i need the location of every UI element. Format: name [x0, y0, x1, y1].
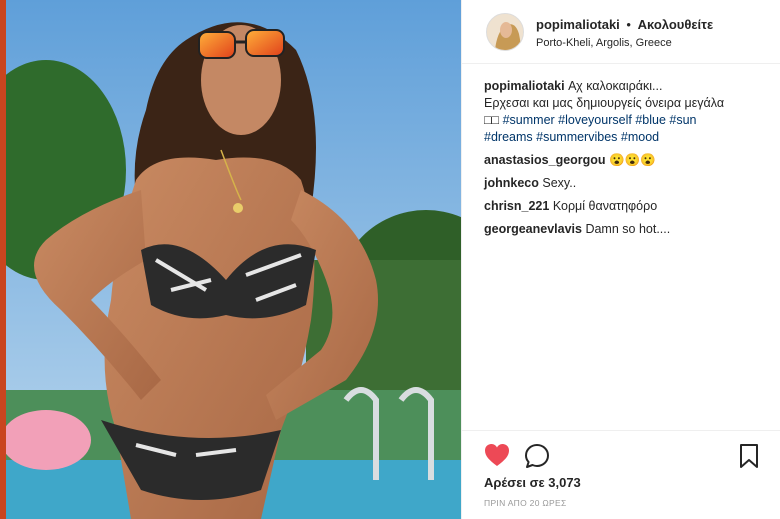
comment-item: johnkeco Sexy..	[484, 175, 774, 192]
action-bar	[462, 430, 780, 471]
comment-item: georgeanevlavis Damn so hot....	[484, 221, 774, 238]
caption-line-1: Αχ καλοκαιράκι...	[568, 79, 663, 93]
post-timestamp[interactable]: ΠΡΙΝ ΑΠΟ 20 ΩΡΕΣ	[484, 498, 567, 508]
bookmark-icon[interactable]	[739, 443, 759, 474]
caption-username[interactable]: popimaliotaki	[484, 79, 565, 93]
comment-text: 😮😮😮	[609, 153, 656, 167]
comment-icon[interactable]	[524, 443, 550, 474]
caption: popimaliotaki Αχ καλοκαιράκι... Ερχεσαι …	[484, 78, 774, 146]
comment-username[interactable]: anastasios_georgou	[484, 153, 606, 167]
header-user-line: popimaliotaki • Ακολουθείτε	[536, 17, 713, 32]
heart-icon[interactable]	[484, 443, 510, 472]
header-location[interactable]: Porto-Kheli, Argolis, Greece	[536, 37, 672, 49]
caption-emoji-boxes: □□	[484, 113, 500, 127]
hashtag-link[interactable]: #summervibes	[536, 130, 617, 144]
comment-text: Damn so hot....	[585, 222, 671, 236]
hashtag-link[interactable]: #dreams	[484, 130, 533, 144]
comment-username[interactable]: georgeanevlavis	[484, 222, 582, 236]
hashtag-link[interactable]: #summer	[503, 113, 555, 127]
hashtag-link[interactable]: #loveyourself	[558, 113, 632, 127]
caption-line-2: Ερχεσαι και μας δημιουργείς όνειρα μεγάλ…	[484, 96, 725, 110]
hashtag-link[interactable]: #mood	[621, 130, 659, 144]
comment-text: Κορμί θανατηφόρο	[552, 199, 658, 213]
post-header: popimaliotaki • Ακολουθείτε Porto-Kheli,…	[462, 0, 780, 64]
comment-text: Sexy..	[542, 176, 577, 190]
post-photo[interactable]	[6, 0, 461, 519]
likes-count[interactable]: Αρέσει σε 3,073	[484, 475, 581, 490]
post-side-panel: popimaliotaki • Ακολουθείτε Porto-Kheli,…	[461, 0, 780, 519]
comments-list: popimaliotaki Αχ καλοκαιράκι... Ερχεσαι …	[484, 78, 774, 244]
following-button[interactable]: Ακολουθείτε	[638, 17, 714, 32]
post-photo-image	[6, 0, 461, 519]
hashtag-link[interactable]: #sun	[669, 113, 696, 127]
comment-item: chrisn_221 Κορμί θανατηφόρο	[484, 198, 774, 215]
header-username[interactable]: popimaliotaki	[536, 17, 620, 32]
avatar[interactable]	[486, 13, 524, 51]
hashtag-link[interactable]: #blue	[635, 113, 666, 127]
avatar-image	[487, 14, 523, 50]
comment-item: anastasios_georgou 😮😮😮	[484, 152, 774, 169]
header-separator: •	[626, 17, 631, 32]
comment-username[interactable]: johnkeco	[484, 176, 539, 190]
comment-username[interactable]: chrisn_221	[484, 199, 549, 213]
